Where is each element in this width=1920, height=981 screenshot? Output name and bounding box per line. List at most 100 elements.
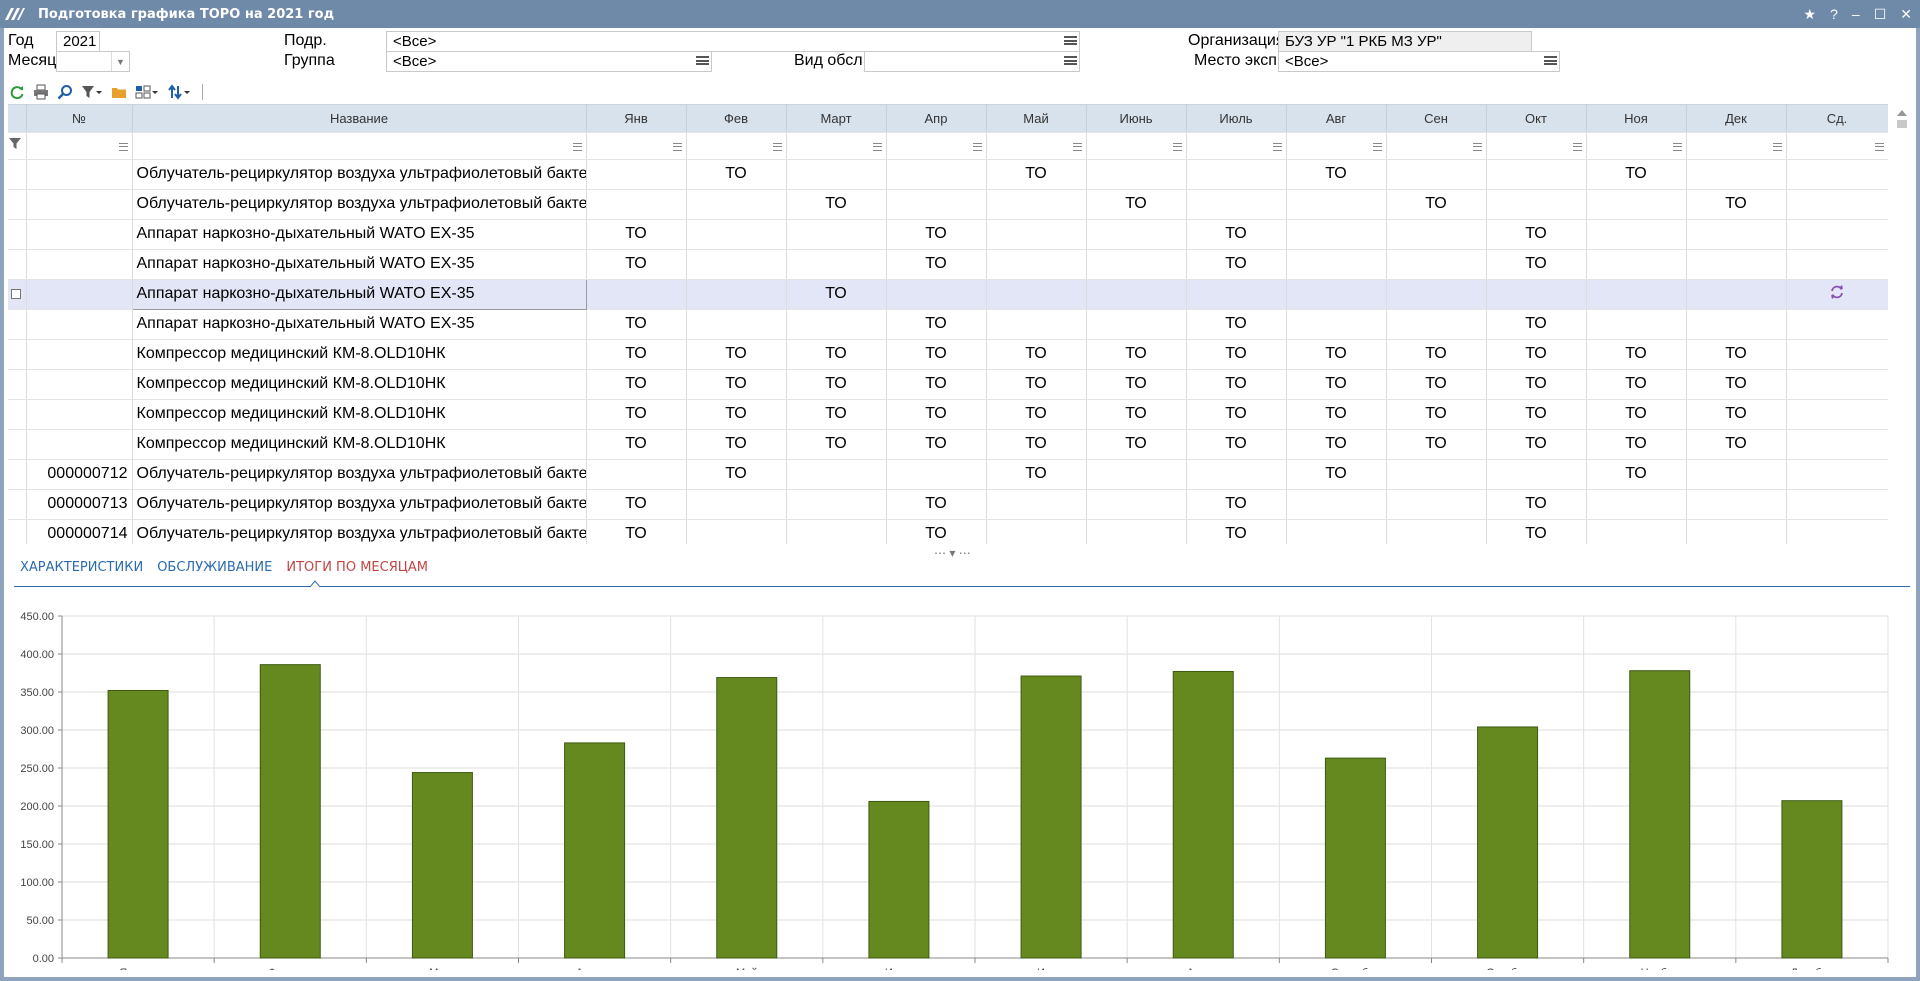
favorite-star-icon[interactable]: ★ bbox=[1804, 6, 1817, 23]
header-month[interactable]: Окт bbox=[1486, 105, 1587, 133]
menu-icon[interactable] bbox=[696, 54, 709, 67]
filter-icon[interactable] bbox=[8, 132, 27, 160]
month-cell[interactable] bbox=[1086, 159, 1187, 190]
header-month[interactable]: Дек bbox=[1686, 105, 1787, 133]
row-last-cell[interactable] bbox=[1786, 309, 1888, 340]
row-last-cell[interactable] bbox=[1786, 399, 1888, 430]
month-cell[interactable]: ТО bbox=[1486, 519, 1587, 544]
month-cell[interactable]: ТО bbox=[1286, 429, 1387, 460]
month-cell[interactable] bbox=[686, 489, 787, 520]
header-month[interactable]: Сен bbox=[1386, 105, 1487, 133]
row-marker[interactable] bbox=[8, 279, 27, 310]
month-cell[interactable] bbox=[1686, 279, 1787, 310]
month-cell[interactable] bbox=[786, 249, 887, 280]
row-marker[interactable] bbox=[8, 399, 27, 430]
month-cell[interactable] bbox=[1386, 459, 1487, 490]
column-menu-icon[interactable] bbox=[1172, 142, 1182, 151]
column-menu-icon[interactable] bbox=[118, 142, 128, 151]
month-cell[interactable]: ТО bbox=[1186, 519, 1287, 544]
tab-maintenance[interactable]: ОБСЛУЖИВАНИЕ bbox=[157, 560, 272, 584]
bar-3[interactable] bbox=[411, 772, 473, 959]
month-cell[interactable]: ТО bbox=[786, 189, 887, 220]
column-filter-cell[interactable] bbox=[1286, 132, 1387, 160]
row-last-cell[interactable] bbox=[1786, 459, 1888, 490]
month-cell[interactable] bbox=[1686, 519, 1787, 544]
month-cell[interactable] bbox=[1186, 159, 1287, 190]
month-cell[interactable]: ТО bbox=[1686, 369, 1787, 400]
month-cell[interactable]: ТО bbox=[586, 309, 687, 340]
table-row[interactable]: 000000712 Облучатель-рециркулятор воздуха… bbox=[8, 459, 1888, 490]
column-filter-cell[interactable] bbox=[986, 132, 1087, 160]
print-icon[interactable] bbox=[32, 83, 50, 101]
month-cell[interactable]: ТО bbox=[1686, 399, 1787, 430]
column-filter-cell[interactable] bbox=[1086, 132, 1187, 160]
month-select[interactable]: ▼ bbox=[56, 51, 130, 72]
column-filter-cell[interactable] bbox=[1686, 132, 1787, 160]
column-filter-cell[interactable] bbox=[886, 132, 987, 160]
column-filter-cell[interactable] bbox=[132, 132, 587, 160]
help-icon[interactable]: ? bbox=[1830, 6, 1838, 22]
column-menu-icon[interactable] bbox=[1072, 142, 1082, 151]
row-marker[interactable] bbox=[8, 249, 27, 280]
month-cell[interactable]: ТО bbox=[786, 399, 887, 430]
month-cell[interactable]: ТО bbox=[986, 399, 1087, 430]
column-filter-cell[interactable] bbox=[1586, 132, 1687, 160]
month-cell[interactable] bbox=[986, 249, 1087, 280]
month-cell[interactable]: ТО bbox=[1486, 399, 1587, 430]
checkbox-icon[interactable] bbox=[11, 289, 21, 299]
chevron-down-icon[interactable]: ▼ bbox=[111, 52, 129, 71]
column-filter-cell[interactable] bbox=[786, 132, 887, 160]
month-cell[interactable]: ТО bbox=[1186, 249, 1287, 280]
bar-7[interactable] bbox=[1020, 675, 1082, 959]
month-cell[interactable] bbox=[1086, 309, 1187, 340]
month-cell[interactable] bbox=[786, 519, 887, 544]
row-marker[interactable] bbox=[8, 309, 27, 340]
month-cell[interactable]: ТО bbox=[1486, 339, 1587, 370]
month-cell[interactable] bbox=[786, 309, 887, 340]
header-month[interactable]: Июль bbox=[1186, 105, 1287, 133]
month-cell[interactable]: ТО bbox=[1586, 339, 1687, 370]
table-row[interactable]: Аппарат наркозно-дыхательный WATO EX-35 Т… bbox=[8, 309, 1888, 340]
month-cell[interactable]: ТО bbox=[1386, 369, 1487, 400]
month-cell[interactable]: ТО bbox=[886, 249, 987, 280]
month-cell[interactable]: ТО bbox=[686, 369, 787, 400]
month-cell[interactable]: ТО bbox=[1086, 189, 1187, 220]
row-last-cell[interactable] bbox=[1786, 429, 1888, 460]
row-last-cell[interactable] bbox=[1786, 189, 1888, 220]
row-marker[interactable] bbox=[8, 339, 27, 370]
month-cell[interactable] bbox=[1686, 489, 1787, 520]
month-cell[interactable] bbox=[1386, 309, 1487, 340]
month-cell[interactable]: ТО bbox=[586, 219, 687, 250]
vid-field[interactable] bbox=[864, 51, 1080, 72]
menu-icon[interactable] bbox=[1544, 54, 1557, 67]
month-cell[interactable]: ТО bbox=[1186, 219, 1287, 250]
month-cell[interactable]: ТО bbox=[1586, 399, 1687, 430]
month-cell[interactable]: ТО bbox=[1186, 429, 1287, 460]
column-filter-cell[interactable] bbox=[1486, 132, 1587, 160]
filter-icon[interactable] bbox=[80, 83, 104, 101]
table-row[interactable]: 000000714 Облучатель-рециркулятор воздуха… bbox=[8, 519, 1888, 544]
month-cell[interactable] bbox=[686, 279, 787, 310]
month-cell[interactable] bbox=[1386, 519, 1487, 544]
row-last-cell[interactable] bbox=[1786, 519, 1888, 544]
month-cell[interactable] bbox=[686, 519, 787, 544]
month-cell[interactable]: ТО bbox=[786, 279, 887, 310]
column-menu-icon[interactable] bbox=[1672, 142, 1682, 151]
month-cell[interactable] bbox=[1586, 249, 1687, 280]
row-marker[interactable] bbox=[8, 369, 27, 400]
month-cell[interactable] bbox=[986, 189, 1087, 220]
column-menu-icon[interactable] bbox=[1372, 142, 1382, 151]
month-cell[interactable]: ТО bbox=[1586, 429, 1687, 460]
row-last-cell[interactable] bbox=[1786, 159, 1888, 190]
month-cell[interactable]: ТО bbox=[1386, 429, 1487, 460]
month-cell[interactable] bbox=[1386, 249, 1487, 280]
month-cell[interactable] bbox=[986, 309, 1087, 340]
month-cell[interactable]: ТО bbox=[1686, 429, 1787, 460]
month-cell[interactable]: ТО bbox=[1586, 159, 1687, 190]
row-marker[interactable] bbox=[8, 219, 27, 250]
month-cell[interactable] bbox=[886, 159, 987, 190]
month-cell[interactable]: ТО bbox=[1086, 369, 1187, 400]
month-cell[interactable]: ТО bbox=[1686, 189, 1787, 220]
month-cell[interactable]: ТО bbox=[1686, 339, 1787, 370]
month-cell[interactable]: ТО bbox=[1186, 369, 1287, 400]
